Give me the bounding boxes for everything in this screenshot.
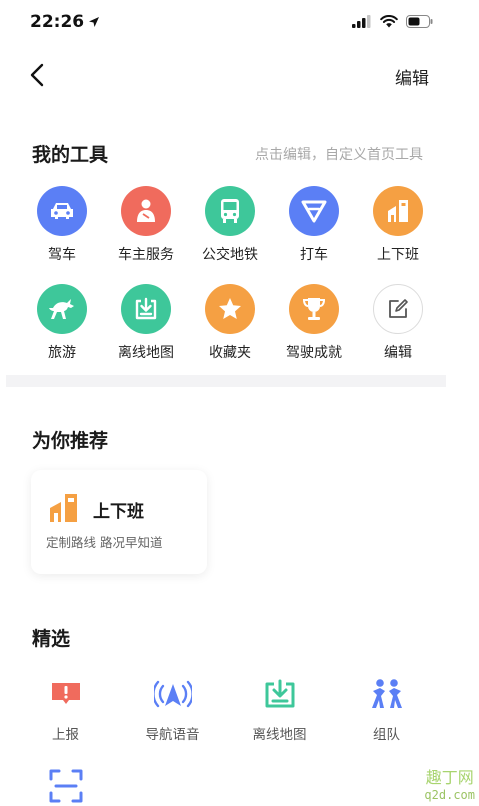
featured-grid: 上报 导航语音 离线地图 组队: [12, 676, 452, 743]
tool-label: 离线地图: [118, 345, 174, 361]
watermark: 趣丁网 q2d.com: [424, 764, 475, 802]
tool-commute[interactable]: 上下班: [356, 186, 440, 264]
clock-text: 22:26: [30, 12, 85, 32]
location-arrow-icon: [89, 17, 100, 27]
featured-report[interactable]: 上报: [12, 676, 119, 743]
star-icon: [205, 284, 255, 334]
cellular-signal-icon: [352, 15, 371, 28]
wifi-icon: [380, 15, 398, 28]
chevron-left-icon: [30, 63, 44, 87]
my-tools-title: 我的工具: [32, 144, 109, 166]
featured-label: 上报: [52, 727, 79, 743]
featured-label: 导航语音: [145, 727, 200, 743]
navigation-voice-icon: [153, 676, 193, 712]
battery-icon: [406, 15, 433, 28]
tool-label: 公交地铁: [202, 247, 258, 263]
tool-taxi[interactable]: 打车: [272, 186, 356, 264]
my-tools-grid: 驾车 车主服务 公交地铁 打车 上下班 旅游 离线地图 收藏夹 驾驶成就 编辑: [20, 186, 450, 362]
car-owner-service-icon: [121, 186, 171, 236]
edit-button[interactable]: 编辑: [395, 64, 429, 89]
edit-icon: [373, 284, 423, 334]
tool-label: 编辑: [384, 345, 412, 361]
taxi-icon: [289, 186, 339, 236]
my-tools-hint: 点击编辑，自定义首页工具: [255, 147, 423, 163]
recommend-card-commute[interactable]: 上下班 定制路线 路况早知道: [31, 470, 207, 574]
report-icon: [46, 676, 86, 712]
tool-label: 上下班: [377, 247, 419, 263]
status-indicators: [352, 15, 433, 28]
tool-label: 车主服务: [118, 247, 174, 263]
featured-label: 离线地图: [252, 727, 307, 743]
scan-icon[interactable]: [48, 768, 84, 806]
tool-offline-map[interactable]: 离线地图: [104, 284, 188, 362]
bus-icon: [205, 186, 255, 236]
featured-title: 精选: [32, 628, 71, 650]
offline-map-icon: [121, 284, 171, 334]
tool-driving-achievements[interactable]: 驾驶成就: [272, 284, 356, 362]
section-divider: [6, 375, 446, 387]
team-icon: [367, 676, 407, 712]
tool-drive[interactable]: 驾车: [20, 186, 104, 264]
featured-label: 组队: [373, 727, 400, 743]
tool-travel[interactable]: 旅游: [20, 284, 104, 362]
recommend-title: 为你推荐: [32, 430, 109, 452]
watermark-domain: q2d.com: [424, 788, 475, 802]
car-icon: [37, 186, 87, 236]
navigation-bar: 编辑: [0, 54, 479, 98]
featured-team[interactable]: 组队: [333, 676, 440, 743]
tool-label: 驾驶成就: [286, 345, 342, 361]
tool-favorites[interactable]: 收藏夹: [188, 284, 272, 362]
tool-car-owner-service[interactable]: 车主服务: [104, 186, 188, 264]
tool-label: 收藏夹: [209, 345, 251, 361]
offline-map-icon: [260, 676, 300, 712]
tool-label: 旅游: [48, 345, 76, 361]
recommend-card-title: 上下班: [93, 502, 144, 522]
commute-icon: [47, 492, 81, 528]
status-time: 22:26: [30, 12, 100, 32]
travel-horse-icon: [37, 284, 87, 334]
watermark-name: 趣丁网: [425, 768, 474, 787]
back-button[interactable]: [22, 60, 52, 90]
featured-offline-map[interactable]: 离线地图: [226, 676, 333, 743]
trophy-icon: [289, 284, 339, 334]
status-bar: 22:26: [0, 0, 479, 46]
recommend-card-subtitle: 定制路线 路况早知道: [46, 535, 163, 550]
featured-navigation-voice[interactable]: 导航语音: [119, 676, 226, 743]
tool-edit[interactable]: 编辑: [356, 284, 440, 362]
tool-bus-subway[interactable]: 公交地铁: [188, 186, 272, 264]
tool-label: 驾车: [48, 247, 76, 263]
tool-label: 打车: [300, 247, 328, 263]
commute-icon: [373, 186, 423, 236]
